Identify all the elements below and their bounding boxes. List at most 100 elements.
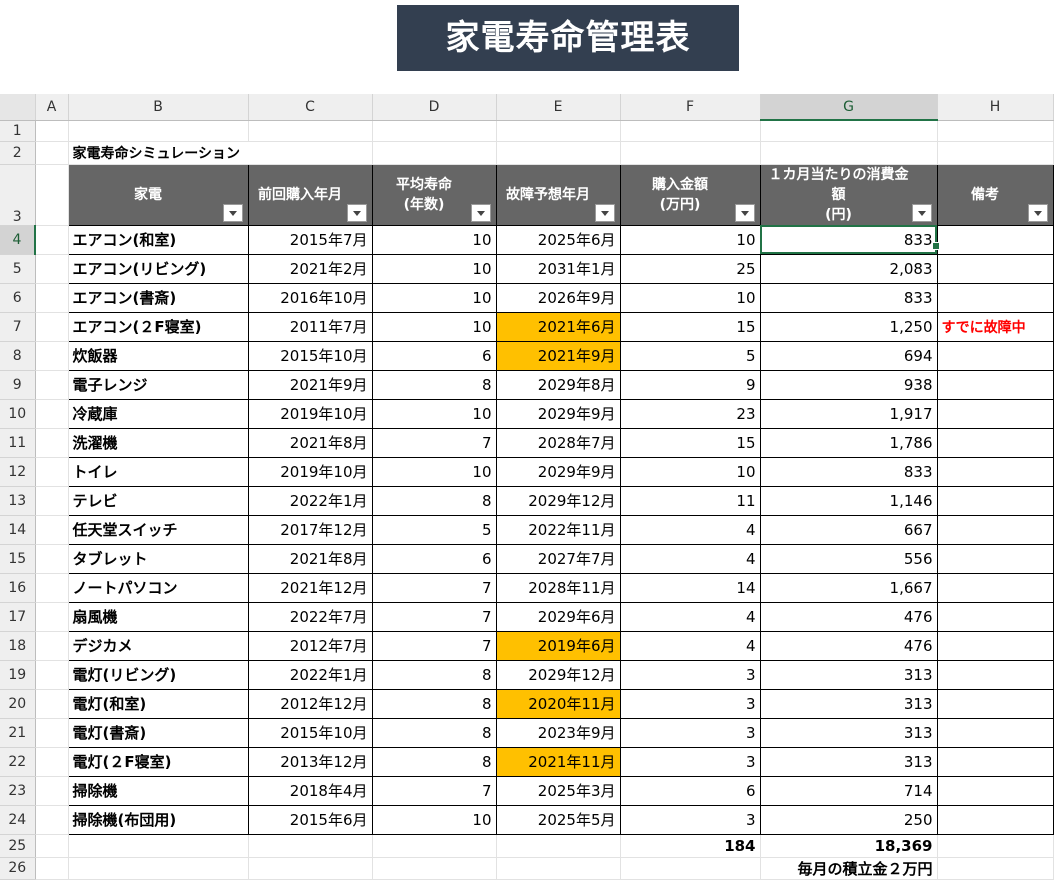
purchase-price-cell[interactable]: 3 bbox=[619, 688, 761, 719]
cell[interactable] bbox=[760, 120, 938, 142]
notes-cell[interactable] bbox=[936, 224, 1054, 255]
filter-dropdown-icon[interactable] bbox=[346, 203, 367, 222]
average-life-cell[interactable]: 8 bbox=[371, 746, 497, 777]
monthly-cost-cell[interactable]: 1,146 bbox=[759, 485, 938, 516]
purchase-price-cell[interactable]: 10 bbox=[619, 282, 761, 313]
appliance-name-cell[interactable]: 洗濯機 bbox=[67, 427, 249, 458]
cell[interactable] bbox=[35, 399, 69, 429]
notes-cell[interactable] bbox=[936, 804, 1054, 835]
purchase-price-cell[interactable]: 4 bbox=[619, 630, 761, 661]
row-header[interactable]: 17 bbox=[0, 602, 36, 632]
cell[interactable] bbox=[35, 428, 69, 458]
purchase-price-cell[interactable]: 5 bbox=[619, 340, 761, 371]
purchase-date-cell[interactable]: 2011年7月 bbox=[247, 311, 373, 342]
purchase-date-cell[interactable]: 2021年9月 bbox=[247, 369, 373, 400]
monthly-cost-cell[interactable]: 313 bbox=[759, 717, 938, 748]
cell[interactable] bbox=[68, 120, 249, 142]
appliance-name-cell[interactable]: 掃除機 bbox=[67, 775, 249, 806]
cell[interactable] bbox=[35, 312, 69, 342]
cell[interactable] bbox=[620, 141, 761, 165]
average-life-cell[interactable]: 8 bbox=[371, 717, 497, 748]
notes-cell[interactable] bbox=[936, 456, 1054, 487]
appliance-name-cell[interactable]: 電灯(和室) bbox=[67, 688, 249, 719]
cell[interactable] bbox=[35, 573, 69, 603]
average-life-cell[interactable]: 7 bbox=[371, 572, 497, 603]
monthly-cost-cell[interactable]: 556 bbox=[759, 543, 938, 574]
cell[interactable] bbox=[496, 834, 621, 858]
notes-cell[interactable] bbox=[936, 282, 1054, 313]
purchase-date-cell[interactable]: 2015年6月 bbox=[247, 804, 373, 835]
average-life-cell[interactable]: 10 bbox=[371, 398, 497, 429]
row-header[interactable]: 3 bbox=[0, 164, 36, 226]
monthly-cost-cell[interactable]: 476 bbox=[759, 630, 938, 661]
purchase-date-cell[interactable]: 2012年12月 bbox=[247, 688, 373, 719]
appliance-name-cell[interactable]: 電灯(２F寝室) bbox=[67, 746, 249, 777]
row-header[interactable]: 15 bbox=[0, 544, 36, 574]
row-header[interactable]: 6 bbox=[0, 283, 36, 313]
appliance-name-cell[interactable]: 電灯(リビング) bbox=[67, 659, 249, 690]
failure-prediction-cell[interactable]: 2027年7月 bbox=[495, 543, 621, 574]
cell[interactable] bbox=[35, 225, 69, 255]
appliance-name-cell[interactable]: タブレット bbox=[67, 543, 249, 574]
cell[interactable] bbox=[937, 834, 1054, 858]
failure-prediction-cell[interactable]: 2026年9月 bbox=[495, 282, 621, 313]
monthly-cost-cell[interactable]: 1,250 bbox=[759, 311, 938, 342]
appliance-name-cell[interactable]: ノートパソコン bbox=[67, 572, 249, 603]
purchase-price-cell[interactable]: 4 bbox=[619, 543, 761, 574]
notes-cell[interactable] bbox=[936, 659, 1054, 690]
cell[interactable] bbox=[35, 660, 69, 690]
purchase-price-cell[interactable]: 25 bbox=[619, 253, 761, 284]
purchase-date-cell[interactable]: 2021年8月 bbox=[247, 543, 373, 574]
purchase-date-cell[interactable]: 2017年12月 bbox=[247, 514, 373, 545]
purchase-date-cell[interactable]: 2018年4月 bbox=[247, 775, 373, 806]
purchase-price-cell[interactable]: 10 bbox=[619, 224, 761, 255]
row-header[interactable]: 2 bbox=[0, 141, 36, 165]
purchase-price-cell[interactable]: 15 bbox=[619, 427, 761, 458]
failure-prediction-cell[interactable]: 2029年12月 bbox=[495, 659, 621, 690]
column-header-c[interactable]: C bbox=[248, 94, 373, 121]
row-header[interactable]: 14 bbox=[0, 515, 36, 545]
cell[interactable] bbox=[496, 857, 621, 880]
monthly-cost-cell[interactable]: 313 bbox=[759, 688, 938, 719]
purchase-date-cell[interactable]: 2015年10月 bbox=[247, 340, 373, 371]
cell[interactable] bbox=[937, 857, 1054, 880]
cell[interactable] bbox=[35, 120, 69, 142]
cell[interactable] bbox=[35, 486, 69, 516]
purchase-price-cell[interactable]: 3 bbox=[619, 804, 761, 835]
cell[interactable] bbox=[35, 689, 69, 719]
average-life-cell[interactable]: 7 bbox=[371, 427, 497, 458]
cell[interactable] bbox=[35, 515, 69, 545]
monthly-cost-cell[interactable]: 1,917 bbox=[759, 398, 938, 429]
cell[interactable] bbox=[35, 602, 69, 632]
notes-cell[interactable] bbox=[936, 543, 1054, 574]
monthly-savings-cell[interactable]: 毎月の積立金２万円 bbox=[760, 857, 938, 880]
row-header[interactable]: 16 bbox=[0, 573, 36, 603]
monthly-cost-cell[interactable]: 833 bbox=[759, 456, 938, 487]
cell[interactable] bbox=[35, 805, 69, 835]
row-header[interactable]: 13 bbox=[0, 486, 36, 516]
appliance-name-cell[interactable]: エアコン(リビング) bbox=[67, 253, 249, 284]
purchase-date-cell[interactable]: 2021年8月 bbox=[247, 427, 373, 458]
monthly-cost-cell[interactable]: 938 bbox=[759, 369, 938, 400]
cell[interactable] bbox=[372, 857, 497, 880]
appliance-name-cell[interactable]: トイレ bbox=[67, 456, 249, 487]
notes-cell[interactable] bbox=[936, 688, 1054, 719]
average-life-cell[interactable]: 10 bbox=[371, 253, 497, 284]
row-header[interactable]: 12 bbox=[0, 457, 36, 487]
cell[interactable] bbox=[68, 834, 249, 858]
column-header-d[interactable]: D bbox=[372, 94, 497, 121]
cell[interactable] bbox=[372, 120, 497, 142]
average-life-cell[interactable]: 7 bbox=[371, 601, 497, 632]
notes-cell[interactable] bbox=[936, 485, 1054, 516]
filter-dropdown-icon[interactable] bbox=[470, 203, 491, 222]
notes-cell[interactable] bbox=[936, 630, 1054, 661]
cell[interactable] bbox=[35, 283, 69, 313]
column-header-f[interactable]: F bbox=[620, 94, 761, 121]
notes-cell[interactable] bbox=[936, 369, 1054, 400]
appliance-name-cell[interactable]: 炊飯器 bbox=[67, 340, 249, 371]
cell[interactable] bbox=[937, 120, 1054, 142]
failure-prediction-cell[interactable]: 2029年6月 bbox=[495, 601, 621, 632]
row-header[interactable]: 25 bbox=[0, 834, 36, 858]
row-header[interactable]: 11 bbox=[0, 428, 36, 458]
row-header[interactable]: 1 bbox=[0, 120, 36, 142]
